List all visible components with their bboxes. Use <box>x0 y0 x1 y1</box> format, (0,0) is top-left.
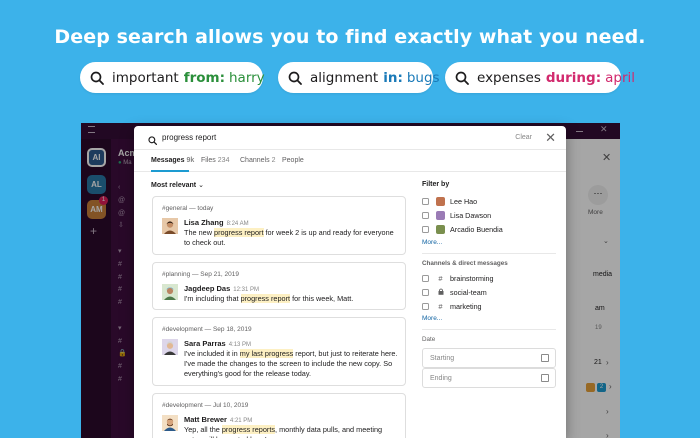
avatar <box>162 415 178 431</box>
pill-term: alignment <box>310 69 379 86</box>
result-context: #planning — Sep 21, 2019 <box>162 271 239 278</box>
filter-person-label: Lee Hao <box>450 196 478 206</box>
pill-term: expenses <box>477 69 541 86</box>
calendar-icon[interactable] <box>541 354 549 362</box>
result-author: Lisa Zhang 8:24 AM <box>184 218 249 227</box>
filter-person-label: Lisa Dawson <box>450 210 492 220</box>
result-text: The new progress report for week 2 is up… <box>184 228 394 248</box>
search-icon <box>455 71 469 85</box>
result-context: #development — Jul 10, 2019 <box>162 402 249 409</box>
filter-channel-label: marketing <box>450 301 482 311</box>
result-text: Yep, all the progress reports, monthly d… <box>184 425 383 438</box>
starting-date-input[interactable]: Starting <box>422 348 556 368</box>
filter-person[interactable]: Lisa Dawson <box>422 209 491 221</box>
search-input[interactable]: progress report <box>162 133 216 142</box>
checkbox[interactable] <box>422 211 429 219</box>
sort-dropdown[interactable]: Most relevant ⌄ <box>151 181 204 189</box>
result-context: #general — today <box>162 205 214 212</box>
divider <box>422 329 556 330</box>
search-result[interactable]: #development — Sep 18, 2019 Sara Parras 4… <box>152 317 406 386</box>
pill-term: important <box>112 69 179 86</box>
avatar <box>436 196 445 206</box>
checkbox[interactable] <box>422 274 429 282</box>
search-result[interactable]: #planning — Sep 21, 2019 Jagdeep Das 12:3… <box>152 262 406 310</box>
avatar <box>436 210 445 220</box>
headline: Deep search allows you to find exactly w… <box>54 26 646 48</box>
filter-channel-label: brainstorming <box>450 273 494 283</box>
filter-person-label: Arcadio Buendia <box>450 224 503 234</box>
filter-panel: Filter by Lee Hao Lisa Dawson Arcadio Bu… <box>422 181 556 388</box>
search-modal: progress report Clear ✕ Messages 9k Files… <box>134 126 566 438</box>
ending-date-input[interactable]: Ending <box>422 368 556 388</box>
lock-icon <box>436 287 445 297</box>
avatar <box>162 339 178 355</box>
clear-button[interactable]: Clear <box>515 134 532 141</box>
tab-channels[interactable]: Channels 2 <box>240 157 275 164</box>
more-people-link[interactable]: More... <box>422 239 442 246</box>
search-result[interactable]: #development — Jul 10, 2019 Matt Brewer 4… <box>152 393 406 438</box>
filter-title: Filter by <box>422 181 450 188</box>
more-channels-link[interactable]: More... <box>422 315 442 322</box>
result-author: Sara Parras 4:13 PM <box>184 339 252 348</box>
example-search-pill-in: alignment in: bugs <box>278 62 440 93</box>
avatar <box>436 224 445 234</box>
avatar <box>162 284 178 300</box>
filter-channel-label: social-team <box>450 287 487 297</box>
date-filter-title: Date <box>422 336 436 343</box>
filter-person[interactable]: Arcadio Buendia <box>422 223 503 235</box>
result-text: I've included it in my last progress rep… <box>184 349 398 379</box>
filter-person[interactable]: Lee Hao <box>422 195 477 207</box>
pill-value: bugs <box>406 69 440 86</box>
result-tabs: Messages 9k Files 234 Channels 2 People <box>134 150 566 172</box>
pill-value: harry <box>228 69 265 86</box>
result-context: #development — Sep 18, 2019 <box>162 326 252 333</box>
hash-icon: # <box>438 273 443 283</box>
active-tab-indicator <box>151 170 189 172</box>
result-author: Matt Brewer 4:21 PM <box>184 415 253 424</box>
filter-channel[interactable]: # marketing <box>422 300 482 312</box>
hash-icon: # <box>438 301 443 311</box>
pill-value: april <box>605 69 636 86</box>
channels-filter-title: Channels & direct messages <box>422 260 508 267</box>
example-search-pill-during: expenses during: april <box>445 62 635 93</box>
calendar-icon[interactable] <box>541 374 549 382</box>
pill-modifier: during: <box>545 69 602 86</box>
divider <box>422 253 556 254</box>
result-author: Jagdeep Das 12:31 PM <box>184 284 259 293</box>
ending-placeholder: Ending <box>430 375 452 382</box>
chevron-down-icon: ⌄ <box>198 182 204 189</box>
filter-channel[interactable]: social-team <box>422 286 487 298</box>
checkbox[interactable] <box>422 288 429 296</box>
result-text: I'm including that progress report for t… <box>184 294 354 303</box>
example-search-pill-from: important from: harry <box>80 62 265 93</box>
search-icon <box>90 71 104 85</box>
tab-messages[interactable]: Messages 9k <box>151 157 194 164</box>
search-icon <box>288 71 302 85</box>
checkbox[interactable] <box>422 225 429 233</box>
starting-placeholder: Starting <box>430 355 455 362</box>
search-result[interactable]: #general — today Lisa Zhang 8:24 AM The n… <box>152 196 406 255</box>
search-icon <box>148 132 157 150</box>
pill-modifier: from: <box>183 69 225 86</box>
filter-channel[interactable]: # brainstorming <box>422 272 494 284</box>
checkbox[interactable] <box>422 302 429 310</box>
pill-modifier: in: <box>383 69 403 86</box>
avatar <box>162 218 178 234</box>
tab-files[interactable]: Files 234 <box>201 157 229 164</box>
close-icon[interactable]: ✕ <box>545 130 556 146</box>
search-bar[interactable]: progress report Clear ✕ <box>134 126 566 150</box>
checkbox[interactable] <box>422 197 429 205</box>
tab-people[interactable]: People <box>282 157 304 164</box>
